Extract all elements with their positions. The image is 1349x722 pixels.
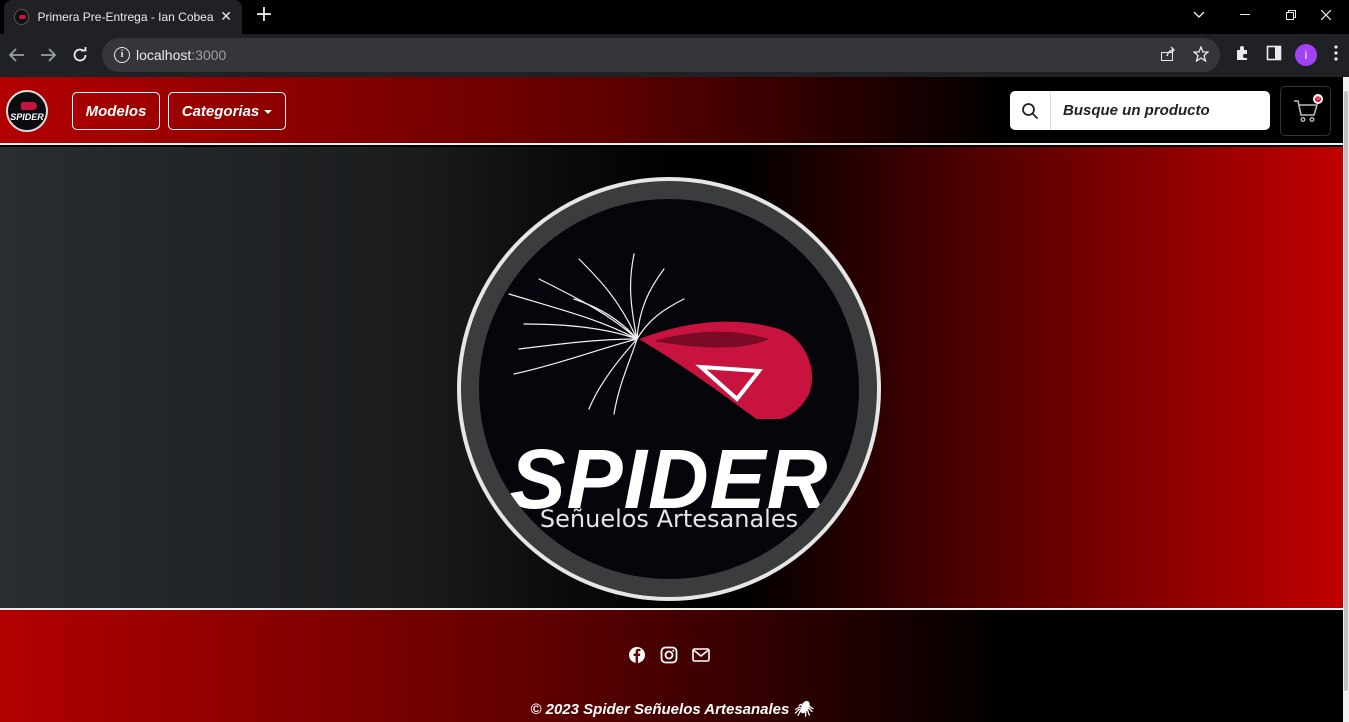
tab-search-icon[interactable] (1176, 0, 1222, 30)
side-panel-icon[interactable] (1266, 45, 1282, 65)
cart-button[interactable]: 0 (1280, 86, 1331, 136)
browser-toolbar: i localhost:3000 i (0, 34, 1349, 77)
share-icon[interactable] (1160, 46, 1176, 66)
search-icon[interactable] (1010, 91, 1051, 130)
mail-icon[interactable] (691, 645, 711, 665)
brand-logo-text: SPIDER (10, 112, 44, 122)
site-info-icon[interactable]: i (114, 47, 130, 63)
close-window-icon[interactable] (1303, 0, 1349, 30)
scrollbar-thumb[interactable] (1344, 91, 1348, 691)
brand-logo[interactable]: SPIDER (6, 90, 48, 132)
categories-dropdown[interactable]: Categorias (168, 92, 286, 130)
caret-down-icon (264, 110, 273, 114)
address-bar[interactable]: i localhost:3000 (102, 38, 1220, 72)
back-icon[interactable] (4, 42, 30, 68)
favicon-icon (14, 9, 30, 25)
tab-title: Primera Pre-Entrega - Ian Cobeac (37, 10, 215, 24)
cart-count-badge: 0 (1313, 94, 1323, 104)
categories-label: Categorias (181, 102, 260, 120)
instagram-icon[interactable] (659, 645, 679, 665)
new-tab-button[interactable]: + (252, 4, 276, 28)
hero-subtitle: Señuelos Artesanales (539, 505, 799, 533)
reload-icon[interactable] (67, 42, 93, 68)
copyright-text: © 2023 Spider Señuelos Artesanales 🕷 (530, 701, 813, 718)
search-group (1010, 91, 1270, 130)
site-navbar: SPIDER Modelos Categorias 0 (0, 77, 1343, 145)
spider-lure-icon (508, 253, 813, 419)
facebook-icon[interactable] (627, 645, 647, 665)
search-input[interactable] (1051, 91, 1270, 130)
models-button[interactable]: Modelos (72, 92, 160, 130)
url-text: localhost:3000 (136, 47, 227, 63)
page-scrollbar[interactable] (1343, 77, 1349, 722)
lure-icon (21, 102, 37, 110)
extensions-icon[interactable] (1234, 45, 1250, 65)
page-viewport: SPIDER Modelos Categorias 0 (0, 77, 1343, 722)
tab-close-icon[interactable]: ✕ (220, 9, 232, 25)
profile-avatar[interactable]: i (1295, 44, 1317, 66)
bookmark-star-icon[interactable] (1192, 45, 1210, 66)
site-footer: © 2023 Spider Señuelos Artesanales 🕷 (0, 608, 1343, 722)
hero-logo: SPIDER Señuelos Artesanales (457, 177, 881, 601)
menu-kebab-icon[interactable] (1334, 45, 1338, 65)
browser-tab-strip: Primera Pre-Entrega - Ian Cobeac ✕ + (0, 0, 1349, 34)
minimize-icon[interactable] (1222, 0, 1268, 30)
forward-icon[interactable] (35, 42, 61, 68)
hero-section: SPIDER Señuelos Artesanales (0, 147, 1343, 608)
browser-tab[interactable]: Primera Pre-Entrega - Ian Cobeac ✕ (4, 0, 242, 34)
